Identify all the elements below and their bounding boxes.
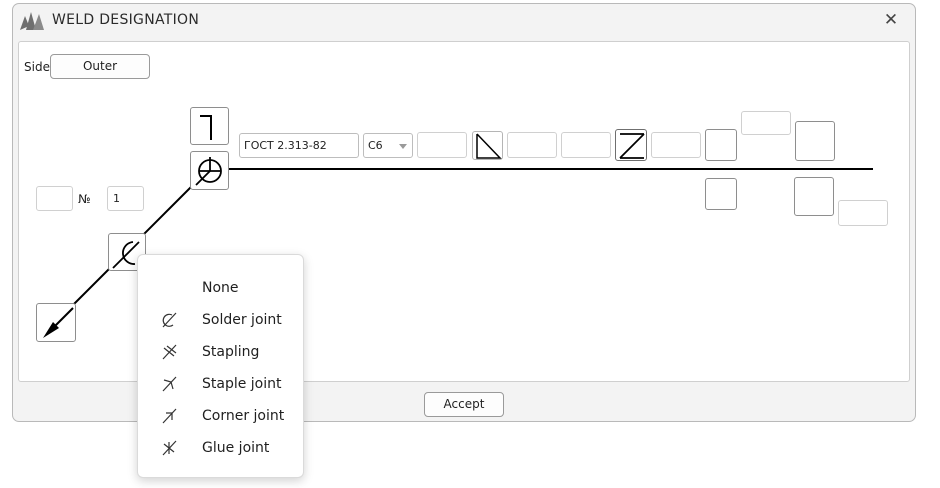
finish-bottom-button[interactable] — [794, 177, 834, 216]
menu-item-label: Stapling — [202, 344, 260, 360]
mark-bottom-button[interactable] — [705, 178, 737, 210]
length-field[interactable] — [507, 132, 557, 158]
joint-type-select[interactable]: С6 — [363, 133, 413, 158]
circle-weld-icon — [195, 157, 222, 186]
menu-item-label: Staple joint — [202, 376, 282, 392]
all-around-symbol-button[interactable] — [190, 151, 229, 190]
arrowhead-button[interactable] — [36, 303, 76, 342]
accept-button[interactable]: Accept — [424, 392, 504, 417]
stapling-icon — [162, 344, 177, 360]
menu-item-none[interactable]: None — [138, 272, 303, 304]
finish-top-button[interactable] — [795, 121, 835, 161]
solder-icon — [162, 312, 177, 328]
menu-item-label: None — [202, 280, 239, 296]
standard-field[interactable]: ГОСТ 2.313-82 — [239, 133, 359, 158]
menu-item-staple-joint[interactable]: Staple joint — [138, 368, 303, 400]
extra-field[interactable] — [651, 132, 701, 158]
size-field[interactable] — [417, 132, 467, 158]
staple-joint-icon — [162, 376, 177, 392]
joint-type-menu: None Solder joint Stapling Staple joint … — [137, 254, 304, 478]
glue-joint-icon — [162, 440, 177, 456]
menu-item-corner-joint[interactable]: Corner joint — [138, 400, 303, 432]
menu-item-glue-joint[interactable]: Glue joint — [138, 432, 303, 464]
menu-item-label: Solder joint — [202, 312, 282, 328]
note-top-field[interactable] — [741, 111, 791, 135]
chevron-down-icon — [399, 144, 407, 149]
flag-icon — [200, 115, 212, 140]
menu-item-label: Glue joint — [202, 440, 270, 456]
note-bottom-field[interactable] — [838, 200, 888, 226]
menu-item-solder-joint[interactable]: Solder joint — [138, 304, 303, 336]
chain-intermittent-button[interactable] — [615, 129, 647, 161]
arrowhead-icon — [43, 307, 74, 338]
mark-top-button[interactable] — [705, 129, 737, 161]
joint-type-select-value: С6 — [368, 139, 383, 152]
menu-item-label: Corner joint — [202, 408, 285, 424]
fillet-triangle-icon — [476, 133, 502, 159]
pitch-field[interactable] — [561, 132, 611, 158]
flag-symbol-button[interactable] — [190, 107, 229, 145]
z-shape-icon — [619, 133, 645, 159]
menu-item-stapling[interactable]: Stapling — [138, 336, 303, 368]
corner-joint-icon — [162, 408, 177, 424]
fillet-symbol-button[interactable] — [472, 131, 503, 160]
